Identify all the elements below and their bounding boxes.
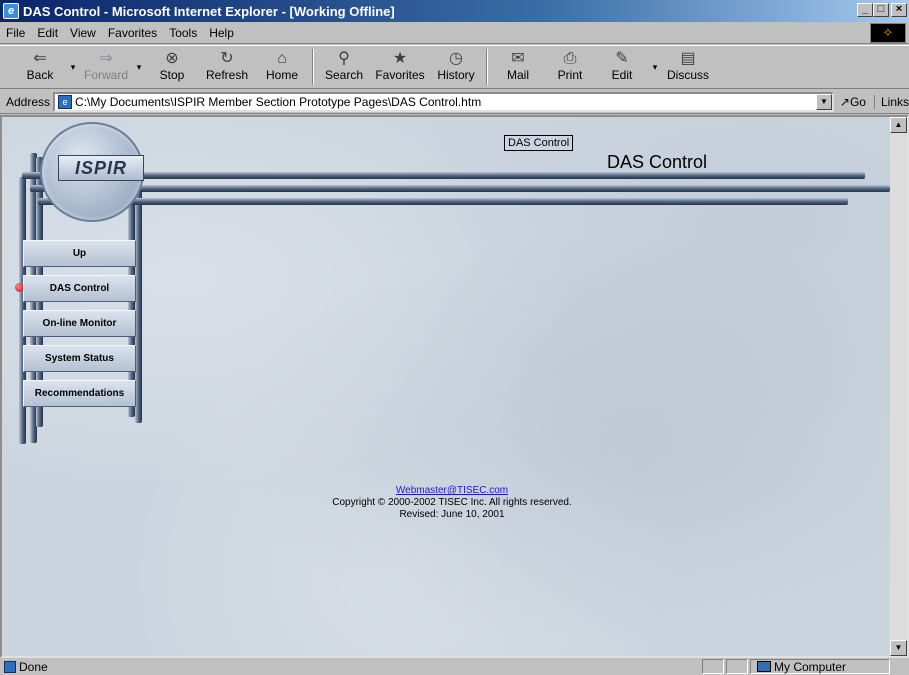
frame-bar <box>22 172 865 179</box>
nav-system-status-button[interactable]: System Status <box>23 345 136 372</box>
refresh-icon: ↻ <box>220 50 234 67</box>
go-label: Go <box>849 94 866 109</box>
status-bar: Done My Computer <box>0 658 909 675</box>
menu-file[interactable]: File <box>0 26 31 40</box>
discuss-label: Discuss <box>666 68 709 82</box>
title-bar: e DAS Control - Microsoft Internet Explo… <box>0 0 909 22</box>
mail-icon: ✉ <box>511 50 525 67</box>
nav-recommendations-button[interactable]: Recommendations <box>23 380 136 407</box>
frame-bar <box>30 185 890 192</box>
favorites-button[interactable]: ★ Favorites <box>370 46 430 88</box>
copyright-text: Copyright © 2000-2002 TISEC Inc. All rig… <box>332 497 572 508</box>
forward-button[interactable]: ⇒ Forward <box>80 46 132 88</box>
status-cell <box>702 659 724 674</box>
scroll-down-button[interactable]: ▼ <box>890 640 907 656</box>
address-value: C:\My Documents\ISPIR Member Section Pro… <box>75 94 482 109</box>
toolbar-separator <box>486 49 488 85</box>
ie-throbber-icon: ✧ <box>870 23 906 43</box>
menu-tools[interactable]: Tools <box>163 26 203 40</box>
vertical-scrollbar[interactable]: ▲ ▼ <box>890 117 907 656</box>
go-arrow-icon: ↗ <box>839 94 850 109</box>
minimize-button[interactable]: _ <box>857 3 873 17</box>
nav-up-button[interactable]: Up <box>23 240 136 267</box>
nav-das-control-button[interactable]: DAS Control <box>23 275 136 302</box>
revised-date: Revised: June 10, 2001 <box>399 509 505 520</box>
restore-button[interactable]: □ <box>873 3 889 17</box>
home-button[interactable]: ⌂ Home <box>256 46 308 88</box>
edit-dropdown[interactable]: ▾ <box>648 46 662 73</box>
forward-dropdown[interactable]: ▾ <box>132 46 146 73</box>
standard-toolbar: ⇐ Back ▾ ⇒ Forward ▾ ⊗ Stop ↻ Refresh ⌂ … <box>0 45 909 89</box>
discuss-icon: ▤ <box>680 50 696 67</box>
refresh-button[interactable]: ↻ Refresh <box>198 46 256 88</box>
page-label-box: DAS Control <box>504 135 574 151</box>
forward-arrow-icon: ⇒ <box>99 50 113 67</box>
frame-bar <box>135 187 142 423</box>
menu-help[interactable]: Help <box>203 26 240 40</box>
home-icon: ⌂ <box>277 50 287 67</box>
mail-button[interactable]: ✉ Mail <box>492 46 544 88</box>
search-label: Search <box>324 68 364 82</box>
menu-view[interactable]: View <box>64 26 102 40</box>
ie-app-icon[interactable]: e <box>3 3 19 19</box>
history-label: History <box>437 68 475 82</box>
forward-label: Forward <box>83 68 128 82</box>
search-button[interactable]: ⚲ Search <box>318 46 370 88</box>
page-footer: Webmaster@TISEC.com Copyright © 2000-200… <box>302 485 602 521</box>
stop-icon: ⊗ <box>165 50 179 67</box>
web-page: ISPIR DAS Control DAS Control Up DAS Con… <box>2 117 890 656</box>
ispir-logo[interactable]: ISPIR <box>58 155 144 181</box>
refresh-label: Refresh <box>205 68 249 82</box>
search-icon: ⚲ <box>338 50 350 67</box>
home-label: Home <box>265 68 298 82</box>
favorites-label: Favorites <box>375 68 425 82</box>
stop-label: Stop <box>159 68 185 82</box>
nav-online-monitor-button[interactable]: On-line Monitor <box>23 310 136 337</box>
close-button[interactable]: × <box>891 3 907 17</box>
back-dropdown[interactable]: ▾ <box>66 46 80 73</box>
browser-viewport: ISPIR DAS Control DAS Control Up DAS Con… <box>0 115 909 658</box>
stop-button[interactable]: ⊗ Stop <box>146 46 198 88</box>
mail-label: Mail <box>506 68 529 82</box>
history-button[interactable]: ◷ History <box>430 46 482 88</box>
back-button[interactable]: ⇐ Back <box>14 46 66 88</box>
address-label: Address <box>6 94 51 109</box>
menu-favorites[interactable]: Favorites <box>102 26 163 40</box>
edit-icon: ✎ <box>615 50 629 67</box>
window-title: DAS Control - Microsoft Internet Explore… <box>23 3 395 19</box>
page-title: DAS Control <box>607 152 708 172</box>
page-status-icon <box>4 660 16 673</box>
discuss-button[interactable]: ▤ Discuss <box>662 46 714 88</box>
back-arrow-icon: ⇐ <box>33 50 47 67</box>
favorites-icon: ★ <box>392 50 408 67</box>
address-input[interactable]: e C:\My Documents\ISPIR Member Section P… <box>53 91 834 112</box>
page-icon: e <box>58 94 73 109</box>
scroll-up-button[interactable]: ▲ <box>890 117 907 133</box>
menu-edit[interactable]: Edit <box>31 26 64 40</box>
print-button[interactable]: ⎙ Print <box>544 46 596 88</box>
status-text: Done <box>19 659 48 674</box>
menu-bar: File Edit View Favorites Tools Help ✧ <box>0 22 909 44</box>
status-cell <box>726 659 748 674</box>
go-button[interactable]: ↗Go <box>840 95 866 109</box>
printer-icon: ⎙ <box>563 50 577 67</box>
computer-icon <box>757 661 771 672</box>
links-button[interactable]: Links <box>873 94 909 109</box>
zone-label: My Computer <box>774 659 847 674</box>
frame-bar <box>38 198 848 205</box>
address-dropdown-button[interactable]: ▼ <box>815 93 832 110</box>
edit-button[interactable]: ✎ Edit <box>596 46 648 88</box>
webmaster-email-link[interactable]: Webmaster@TISEC.com <box>396 485 508 496</box>
print-label: Print <box>557 68 583 82</box>
security-zone: My Computer <box>750 659 890 674</box>
history-icon: ◷ <box>449 50 463 67</box>
status-text-area: Done <box>0 658 700 675</box>
address-bar: Address e C:\My Documents\ISPIR Member S… <box>0 90 909 114</box>
edit-label: Edit <box>611 68 633 82</box>
back-label: Back <box>26 68 54 82</box>
toolbar-separator <box>312 49 314 85</box>
window-controls: _ □ × <box>857 3 907 17</box>
